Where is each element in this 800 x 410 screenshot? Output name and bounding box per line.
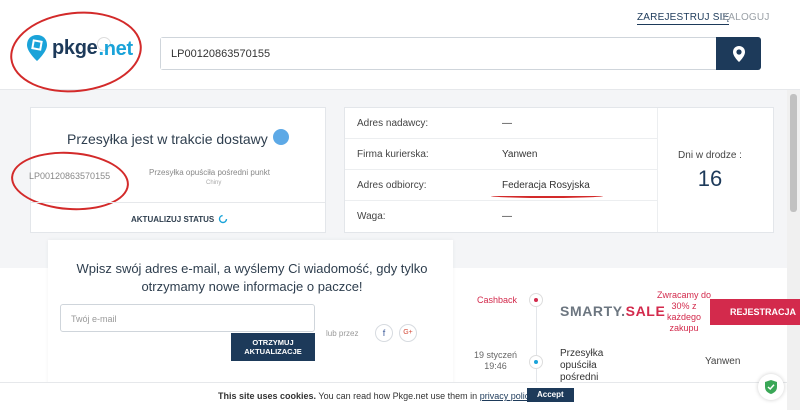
- refresh-icon: [219, 214, 228, 224]
- divider: [31, 202, 325, 203]
- top-bar: pkge .net ZAREJESTRUJ SIĘ ZALOGUJ: [0, 0, 800, 99]
- track-button[interactable]: [716, 37, 761, 70]
- detail-label: Adres nadawcy:: [357, 118, 429, 129]
- accept-cookies-button[interactable]: Accept: [527, 388, 574, 402]
- tracking-search: [160, 37, 761, 70]
- cashback-promo-text: Zwracamy do 30% z każdego zakupu: [656, 290, 711, 333]
- cookie-heading: This site uses cookies.: [218, 391, 317, 401]
- annotation-circle: [6, 5, 146, 99]
- days-in-transit-value: 16: [697, 166, 723, 191]
- detail-label: Waga:: [357, 211, 386, 222]
- annotation-circle: [9, 147, 131, 215]
- shield-check-icon: [765, 380, 777, 394]
- detail-row: Adres odbiorcy: Federacja Rosyjska: [345, 170, 657, 201]
- registration-button[interactable]: REJESTRACJA: [710, 299, 800, 325]
- location-search-icon: [732, 45, 745, 62]
- email-field[interactable]: Twój e-mail: [60, 304, 315, 332]
- subscribe-button[interactable]: OTRZYMUJ AKTUALIZACJE: [231, 333, 315, 361]
- subscribe-title: Wpisz swój adres e-mail, a wyślemy Ci wi…: [76, 261, 428, 294]
- last-event-location: Chiny: [206, 180, 222, 186]
- cashback-label: Cashback: [477, 295, 518, 305]
- detail-value: Federacja Rosyjska: [502, 180, 590, 191]
- refresh-status-button[interactable]: AKTUALIZUJ STATUS: [131, 214, 228, 224]
- register-link[interactable]: ZAREJESTRUJ SIĘ: [637, 12, 730, 25]
- cookie-message: You can read how Pkge.net use them in: [318, 391, 478, 401]
- privacy-policy-link[interactable]: privacy policy: [480, 391, 534, 401]
- event-time: 19:46: [484, 361, 507, 371]
- cookie-bar: This site uses cookies. You can read how…: [0, 382, 787, 410]
- detail-row: Firma kurierska: Yanwen: [345, 139, 657, 170]
- status-card: Przesyłka jest w trakcie dostawy LP00120…: [9, 107, 326, 233]
- detail-label: Firma kurierska:: [357, 149, 429, 160]
- cookie-text: This site uses cookies. You can read how…: [218, 391, 534, 401]
- detail-value: —: [502, 211, 512, 222]
- refresh-label: AKTUALIZUJ STATUS: [131, 214, 215, 224]
- login-link[interactable]: ZALOGUJ: [722, 12, 770, 23]
- scrollbar-thumb[interactable]: [790, 94, 797, 212]
- event-description: Przesyłka opuściła pośredni: [560, 348, 604, 383]
- annotation-underline: [491, 194, 603, 198]
- event-carrier: Yanwen: [705, 356, 741, 367]
- tracking-input[interactable]: [161, 38, 701, 69]
- detail-value: Yanwen: [502, 149, 538, 160]
- event-datetime: 19 styczeń 19:46: [474, 350, 517, 372]
- detail-row: Adres nadawcy: —: [345, 108, 657, 139]
- detail-row: Waga: —: [345, 201, 657, 232]
- days-in-transit-label: Dni w drodze :: [678, 150, 742, 161]
- timeline-dot: [529, 355, 543, 369]
- or-label: lub przez: [326, 329, 359, 338]
- truck-icon: [273, 129, 289, 145]
- shield-icon[interactable]: [758, 374, 784, 400]
- timeline-dot: [529, 293, 543, 307]
- smarty-sale-logo[interactable]: SMARTY.SALE: [560, 303, 665, 319]
- facebook-icon[interactable]: f: [375, 324, 393, 342]
- event-date: 19 styczeń: [474, 350, 518, 360]
- last-event: Przesyłka opuściła pośredni punkt: [149, 168, 270, 177]
- detail-value: —: [502, 118, 512, 129]
- status-title: Przesyłka jest w trakcie dostawy: [67, 131, 268, 147]
- google-plus-icon[interactable]: G+: [399, 324, 417, 342]
- detail-label: Adres odbiorcy:: [357, 180, 427, 191]
